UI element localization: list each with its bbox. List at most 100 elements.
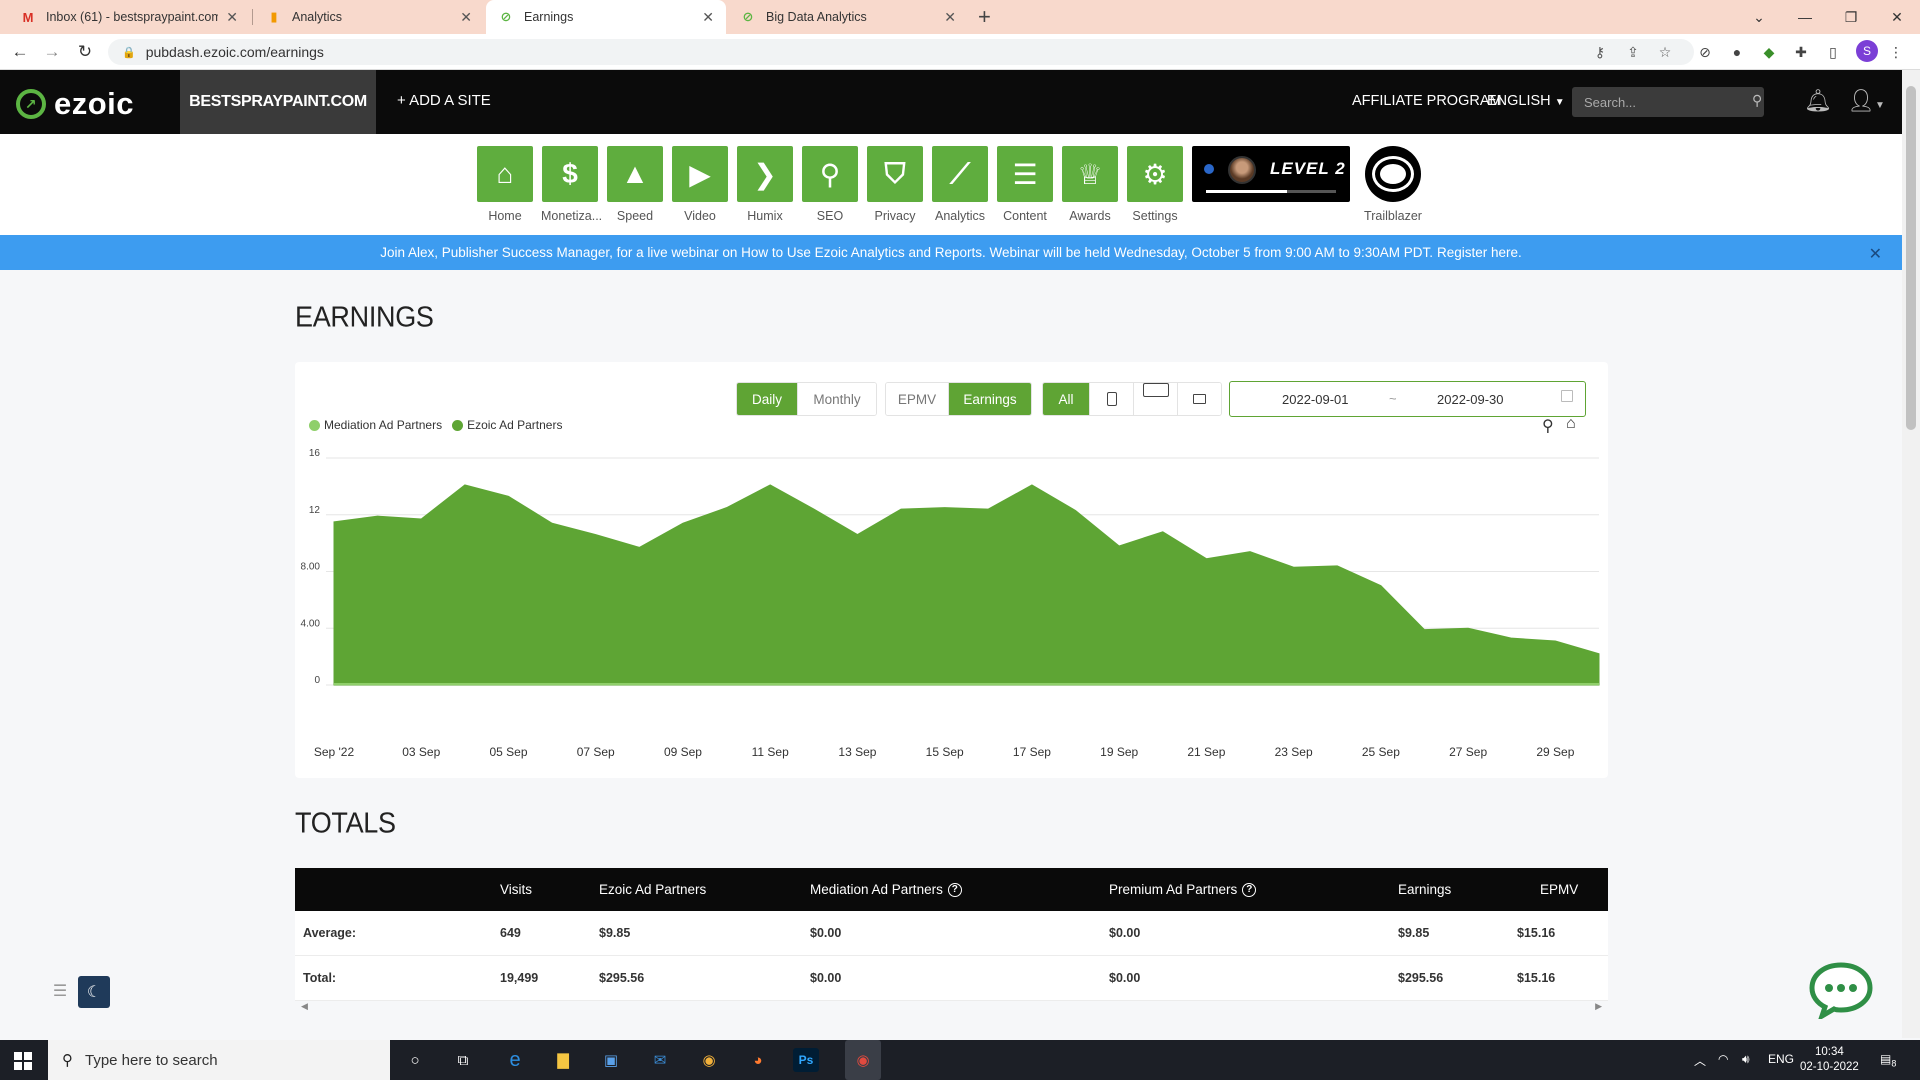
bookmark-star-icon[interactable]: ☆	[1653, 40, 1677, 64]
y-tick-label: 16	[309, 448, 321, 459]
reload-icon[interactable]: ↻	[73, 40, 97, 64]
photoshop-icon[interactable]: Ps	[793, 1048, 819, 1072]
close-icon[interactable]: ✕	[460, 9, 472, 26]
menu-icon[interactable]: ☰	[45, 976, 75, 1006]
tab-gmail[interactable]: M Inbox (61) - bestspraypaint.com@ ✕	[8, 0, 250, 34]
cell-mediation: $0.00	[810, 971, 842, 985]
app-speed[interactable]: ▲ Speed	[606, 146, 664, 223]
forward-arrow-icon[interactable]: →	[40, 40, 64, 64]
notification-icon[interactable]: ▤8	[1880, 1052, 1896, 1068]
cell-premium: $0.00	[1109, 971, 1141, 985]
minimize-icon[interactable]: —	[1782, 0, 1828, 34]
search-icon[interactable]: ⚲	[1752, 92, 1762, 109]
chrome-icon[interactable]: ◉	[696, 1048, 722, 1072]
store-icon[interactable]: ▣	[598, 1048, 624, 1072]
earnings-heading: EARNINGS	[295, 301, 434, 333]
network-icon[interactable]: ◠	[1718, 1052, 1728, 1066]
windows-taskbar: ⚲ Type here to search ○ ⧉ e ▇ ▣ ✉ ◉ ◕ Ps…	[0, 1040, 1920, 1080]
close-icon[interactable]: ✕	[702, 9, 714, 26]
language-indicator[interactable]: ENG	[1768, 1052, 1794, 1066]
app-icon-nav: ⌂ Home $ Monetiza... ▲ Speed ▶ Video ❯ H…	[0, 134, 1902, 235]
site-selector[interactable]: BESTSPRAYPAINT.COM	[180, 70, 376, 134]
close-icon[interactable]: ✕	[944, 9, 956, 26]
puzzle-icon[interactable]: ✚	[1791, 42, 1811, 62]
share-icon[interactable]: ⇪	[1621, 40, 1645, 64]
back-arrow-icon[interactable]: ←	[8, 40, 32, 64]
volume-icon[interactable]: 🔊︎	[1742, 1052, 1750, 1067]
tab-earnings[interactable]: ⊘ Earnings ✕	[486, 0, 726, 34]
avatar	[1228, 156, 1256, 184]
firefox-icon[interactable]: ◕	[745, 1048, 771, 1072]
dark-mode-moon-icon[interactable]: ☾	[78, 976, 110, 1008]
chrome-active-icon[interactable]: ◉	[845, 1040, 881, 1080]
file-explorer-icon[interactable]: ▇	[550, 1048, 576, 1072]
tab-label: Analytics	[292, 10, 343, 24]
app-label: Awards	[1069, 209, 1111, 223]
close-icon[interactable]: ✕	[226, 9, 238, 26]
tab-search-chevron-icon[interactable]: ⌄	[1736, 0, 1782, 34]
edge-icon[interactable]: e	[502, 1048, 528, 1072]
scroll-left-icon[interactable]: ◀	[301, 1001, 308, 1012]
cell-mediation: $0.00	[810, 926, 842, 940]
col-earnings: Earnings	[1398, 882, 1452, 897]
lock-icon: 🔒	[122, 46, 136, 59]
caret-down-icon: ▼	[1554, 97, 1565, 108]
close-icon[interactable]: ✕	[1869, 244, 1882, 264]
cortana-icon[interactable]: ○	[402, 1048, 428, 1072]
add-site-link[interactable]: + ADD A SITE	[397, 92, 491, 109]
trophy-icon: ♕	[1062, 146, 1118, 202]
app-video[interactable]: ▶ Video	[671, 146, 729, 223]
x-tick-label: 21 Sep	[1187, 745, 1225, 759]
extension-icon[interactable]: ⊘	[1695, 42, 1715, 62]
app-seo[interactable]: ⚲ SEO	[801, 146, 859, 223]
trailblazer-badge[interactable]: Trailblazer	[1363, 146, 1423, 223]
app-analytics[interactable]: ⟋ Analytics	[931, 146, 989, 223]
url-field[interactable]: 🔒 pubdash.ezoic.com/earnings	[108, 39, 1694, 65]
help-icon[interactable]: ?	[947, 882, 962, 897]
gmail-icon: M	[22, 9, 34, 25]
line-chart-icon: ⟋	[932, 146, 988, 202]
page-vertical-scrollbar[interactable]	[1902, 70, 1920, 1038]
level-badge[interactable]: LEVEL 2	[1192, 146, 1350, 202]
extension-icon[interactable]: ◆	[1759, 42, 1779, 62]
mail-icon[interactable]: ✉	[647, 1048, 673, 1072]
extension-icon[interactable]: ●	[1727, 42, 1747, 62]
key-icon[interactable]: ⚷	[1588, 40, 1612, 64]
app-settings[interactable]: ⚙ Settings	[1126, 146, 1184, 223]
x-tick-label: 03 Sep	[402, 745, 440, 759]
app-content[interactable]: ☰ Content	[996, 146, 1054, 223]
chat-bubble-icon[interactable]	[1808, 961, 1874, 1019]
cell-epmv: $15.16	[1517, 971, 1556, 985]
header-search-input[interactable]	[1572, 87, 1764, 117]
affiliate-program-link[interactable]: AFFILIATE PROGRAM	[1352, 93, 1502, 109]
table-horizontal-scrollbar[interactable]: ◀ ▶	[295, 1001, 1608, 1015]
register-link[interactable]: Register here.	[1437, 245, 1522, 260]
windows-start-icon[interactable]	[14, 1052, 32, 1070]
scroll-right-icon[interactable]: ▶	[1595, 1001, 1602, 1012]
tab-analytics[interactable]: ▮ Analytics ✕	[254, 0, 484, 34]
app-awards[interactable]: ♕ Awards	[1061, 146, 1119, 223]
clock[interactable]: 10:34 02-10-2022	[1800, 1045, 1859, 1075]
tab-big-data-analytics[interactable]: ⊘ Big Data Analytics ✕	[728, 0, 968, 34]
user-menu-icon[interactable]: 👤︎▼	[1847, 88, 1885, 114]
app-label: Analytics	[934, 209, 986, 223]
taskbar-search[interactable]: ⚲ Type here to search	[48, 1040, 390, 1080]
kebab-menu-icon[interactable]: ⋮	[1886, 42, 1906, 62]
tray-chevron-icon[interactable]: ︿	[1694, 1052, 1706, 1069]
profile-avatar[interactable]: S	[1856, 40, 1878, 62]
side-panel-icon[interactable]: ▯	[1823, 42, 1843, 62]
bell-icon[interactable]: 🔔︎	[1804, 88, 1832, 114]
window-close-icon[interactable]: ✕	[1874, 0, 1920, 34]
ezoic-logo[interactable]: ↗ ezoic	[16, 86, 134, 122]
app-monetization[interactable]: $ Monetiza...	[541, 146, 602, 223]
col-visits: Visits	[500, 882, 533, 897]
restore-icon[interactable]: ❐	[1828, 0, 1874, 34]
app-home[interactable]: ⌂ Home	[476, 146, 534, 223]
task-view-icon[interactable]: ⧉	[450, 1048, 476, 1072]
new-tab-icon[interactable]: +	[978, 4, 991, 30]
app-privacy[interactable]: ⛉ Privacy	[866, 146, 924, 223]
help-icon[interactable]: ?	[1242, 882, 1257, 897]
app-humix[interactable]: ❯ Humix	[736, 146, 794, 223]
scrollbar-thumb[interactable]	[1906, 86, 1916, 430]
language-dropdown[interactable]: ENGLISH ▼	[1487, 93, 1565, 109]
